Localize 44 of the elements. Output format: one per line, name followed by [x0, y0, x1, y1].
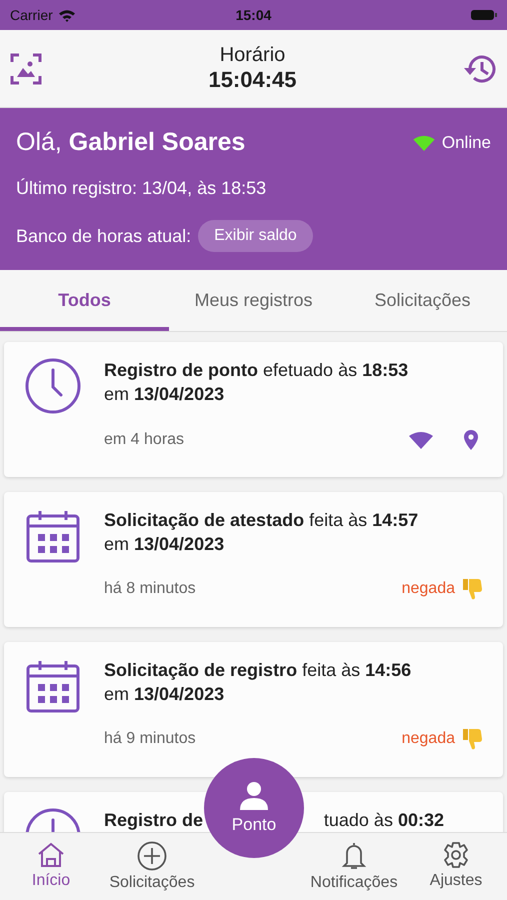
status-label: negada [402, 730, 455, 748]
current-time: 15:04:45 [208, 67, 297, 93]
event-card[interactable]: Registro de ponto efetuado às 18:53 em 13/04/2023 em 4 horas [4, 342, 503, 477]
thumbs-down-icon [461, 727, 483, 751]
tab-bar-item[interactable]: Início [0, 841, 102, 900]
last-record-text: Último registro: 13/04, às 18:53 [16, 178, 268, 199]
calendar-icon [25, 658, 81, 714]
tab[interactable]: Meus registros [169, 270, 338, 331]
wifi-icon [409, 431, 433, 449]
card-title: Solicitação de registro feita às 14:56 em 13/04/2023 [104, 659, 412, 706]
event-card[interactable]: Solicitação de registro feita às 14:56 em 13/04/2023 há 9 minutos negada [4, 642, 503, 777]
status-time: 15:04 [236, 7, 272, 23]
clock-icon [25, 358, 81, 414]
balance-label: Banco de horas atual: [16, 226, 192, 246]
connection-status: Online [442, 132, 491, 152]
battery-icon [471, 9, 497, 21]
plus-circle-icon [137, 841, 167, 871]
location-pin-icon [463, 429, 479, 451]
card-title: Solicitação de atestado feita às 14:57 em 13/04/2023 [104, 509, 420, 556]
thumbs-down-icon [461, 577, 483, 601]
carrier-label: Carrier [10, 7, 53, 23]
header-title: Horário [218, 44, 286, 67]
calendar-icon [25, 508, 81, 564]
bell-icon [341, 841, 367, 871]
home-icon [37, 841, 65, 869]
event-card[interactable]: Solicitação de atestado feita às 14:57 em 13/04/2023 há 8 minutos negada [4, 492, 503, 627]
tab-bar-item[interactable]: Solicitações [102, 841, 202, 900]
time-ago: há 9 minutos [104, 730, 196, 748]
tab-bar-item[interactable]: Notificações [303, 841, 405, 900]
card-title: Registro de [104, 809, 204, 832]
wifi-signal-icon [58, 8, 76, 22]
card-title: Registro de ponto efetuado às 18:53 em 13/04/2023 [104, 359, 410, 406]
tab[interactable]: Solicitações [338, 270, 507, 331]
tab-bar-item[interactable]: Ajustes [405, 841, 507, 900]
person-icon [239, 781, 269, 811]
status-label: negada [402, 580, 455, 598]
greeting: Olá, Gabriel Soares [16, 128, 246, 157]
image-frame-icon[interactable] [10, 52, 42, 84]
settings-icon [442, 841, 470, 869]
time-ago: em 4 horas [104, 431, 184, 449]
show-balance-button[interactable]: Exibir saldo [198, 220, 313, 252]
card-title: tuado às 00:32 [324, 809, 444, 832]
time-ago: há 8 minutos [104, 580, 196, 598]
history-icon[interactable] [462, 54, 497, 84]
